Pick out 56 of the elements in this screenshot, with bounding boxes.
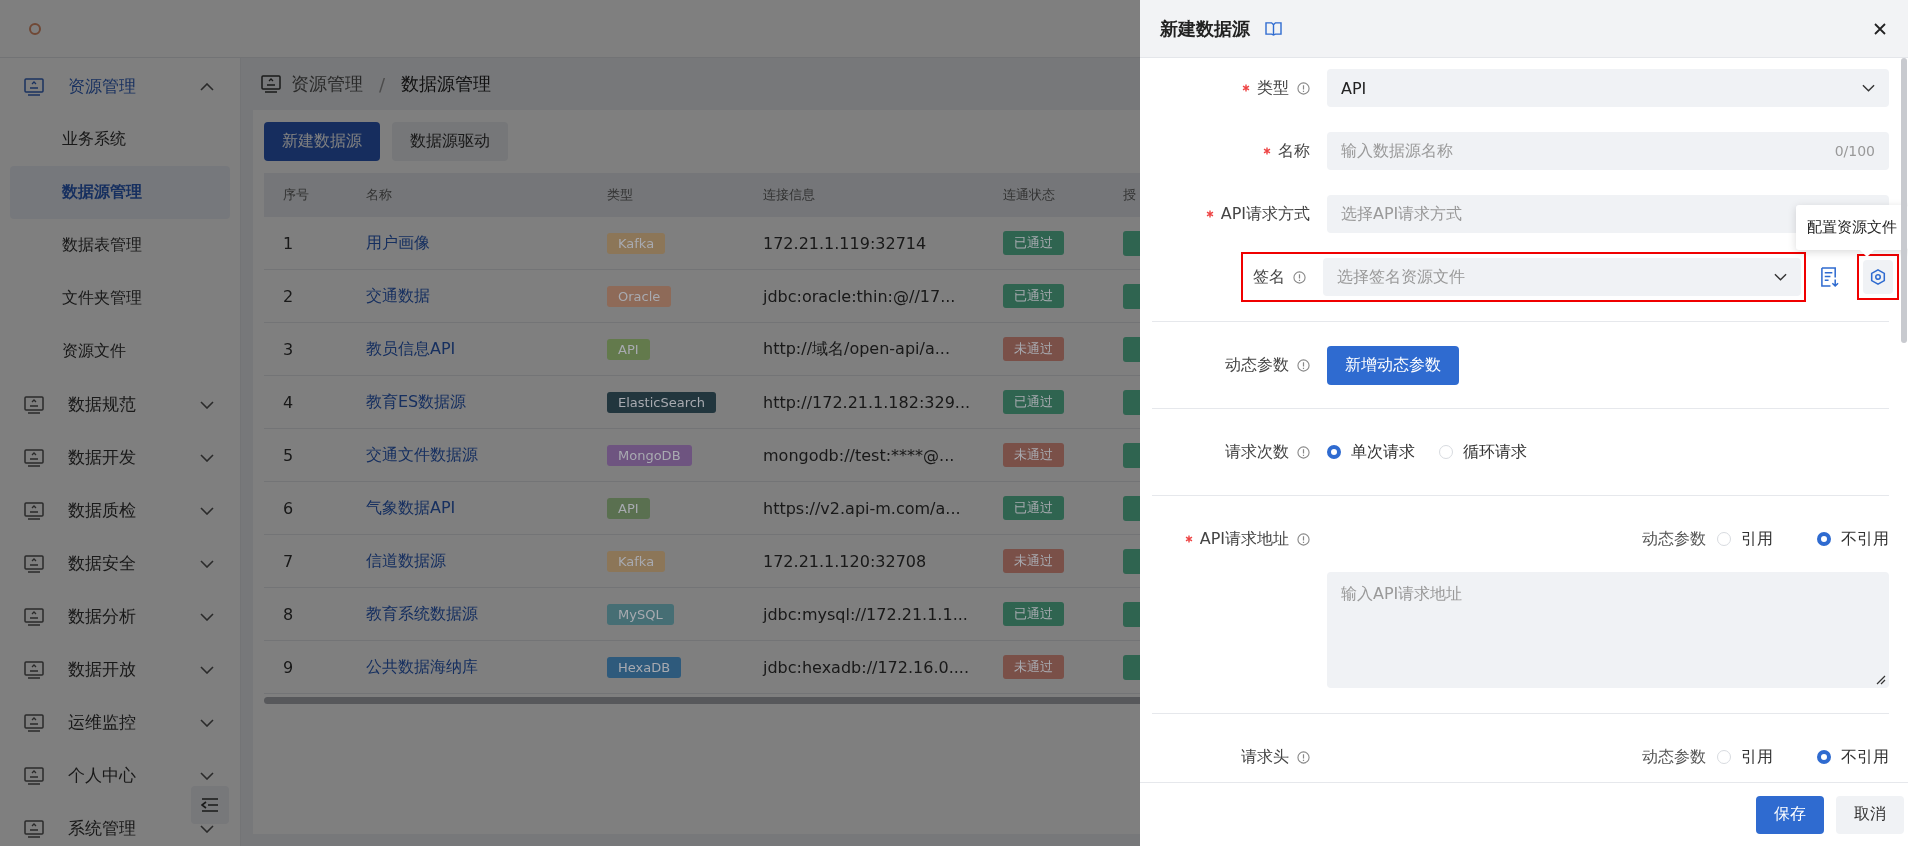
status-tag: 已通过 [1003,602,1064,626]
status-tag: 已通过 [1003,390,1064,414]
option-label: 动态参数 [1642,746,1706,768]
table-cell-text: 7 [282,551,295,571]
status-tag: 未通过 [1003,443,1064,467]
field-label: API请求方式 [1220,203,1310,225]
type-tag: MySQL [607,603,674,625]
type-tag: API [607,338,650,360]
table-cell-text: https://v2.api-m.com/a... [762,498,962,518]
table-cell-text: jdbc:oracle:thin:@//17... [761,286,957,306]
field-label: API请求地址 [1199,528,1289,550]
status-tag: 已通过 [1003,231,1064,255]
table-cell-text: jdbc:hexadb://172.16.0.... [761,657,970,677]
field-label: 类型 [1257,77,1289,99]
option-label: 动态参数 [1642,528,1706,550]
table-cell-text: 9 [282,657,295,677]
type-tag: HexaDB [607,656,682,678]
status-tag: 未通过 [1003,655,1064,679]
table-cell-text: 1 [282,233,295,253]
breadcrumb-item: 数据源管理 [401,72,492,96]
type-tag: Oracle [607,285,672,307]
column-header: 授 [1122,186,1137,204]
column-header: 序号 [282,186,310,204]
column-header: 连通状态 [1002,186,1056,204]
status-tag: 已通过 [1003,284,1064,308]
table-cell-text: 6 [282,498,295,518]
char-counter: 0/100 [1834,143,1875,159]
field-label: 请求次数 [1225,441,1289,463]
table-cell-text: http://域名/open-api/a... [762,338,951,360]
field-label: 名称 [1278,140,1310,162]
table-cell-text: 172.21.1.119:32714 [762,233,928,253]
table-cell-text: 172.21.1.120:32708 [762,551,928,571]
type-tag: Kafka [607,232,666,254]
table-cell-text: mongodb://test:****@... [762,445,956,465]
table-cell-text: http://172.21.1.182:329... [762,392,972,412]
drawer-title: 新建数据源 [1160,16,1250,41]
status-tag: 已通过 [1003,496,1064,520]
table-cell-text: 2 [282,286,295,306]
type-tag: Kafka [607,550,666,572]
type-tag: API [607,497,650,519]
table-cell-text: 4 [282,392,295,412]
field-label: 签名 [1253,266,1285,288]
table-cell-text: 5 [282,445,295,465]
field-label: 请求头 [1241,746,1289,768]
status-tag: 未通过 [1003,549,1064,573]
column-header: 名称 [365,186,393,204]
type-tag: ElasticSearch [607,391,717,413]
status-tag: 未通过 [1003,337,1064,361]
table-cell-text: 3 [282,339,295,359]
table-cell-text: jdbc:mysql://172.21.1.1... [761,604,969,624]
table-cell-text: 8 [282,604,295,624]
type-tag: MongoDB [607,444,692,466]
column-header: 连接信息 [762,186,816,204]
breadcrumb-separator: / [379,73,386,95]
column-header: 类型 [606,186,634,204]
field-label: 动态参数 [1225,354,1289,376]
